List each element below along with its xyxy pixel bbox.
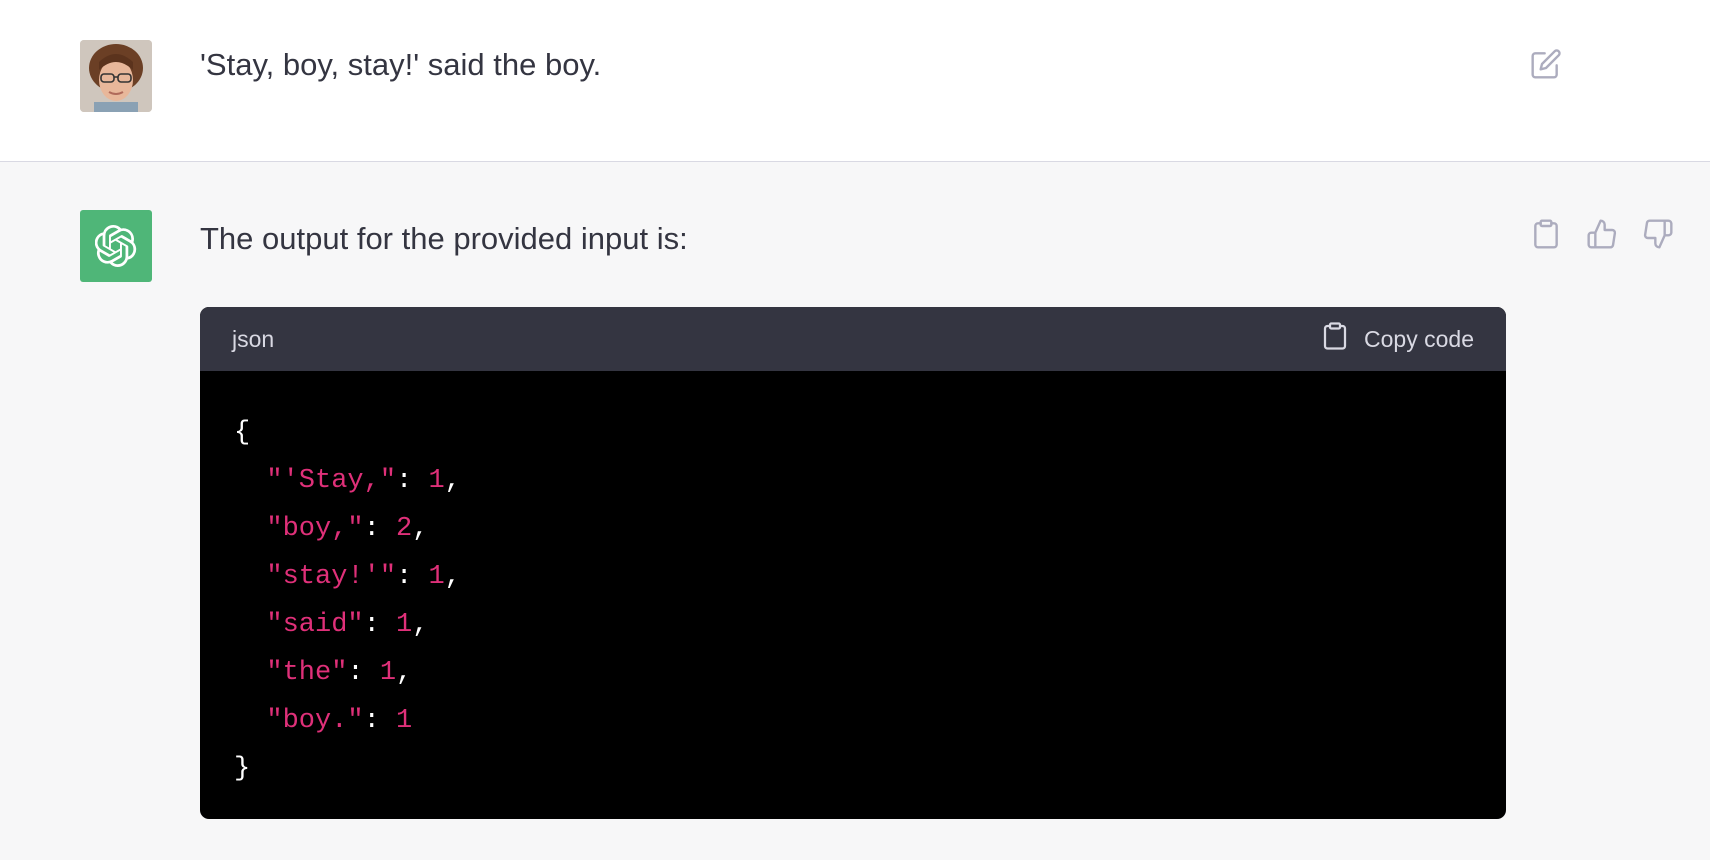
code-content: { "'Stay,": 1, "boy,": 2, "stay!'": 1, "… xyxy=(200,371,1506,819)
code-line: "boy,": 2, xyxy=(266,514,429,544)
code-line: "said": 1, xyxy=(266,610,429,640)
copy-code-label: Copy code xyxy=(1364,325,1474,352)
message-actions xyxy=(1530,218,1674,250)
user-avatar xyxy=(80,40,152,112)
thumbs-down-icon[interactable] xyxy=(1642,218,1674,250)
json-value: 1 xyxy=(379,658,397,688)
code-block-header: json Copy code xyxy=(200,307,1506,371)
code-line: "the": 1, xyxy=(266,658,413,688)
code-line: "stay!'": 1, xyxy=(266,562,461,592)
json-value: 1 xyxy=(428,466,445,496)
clipboard-icon[interactable] xyxy=(1530,218,1562,250)
clipboard-icon xyxy=(1322,321,1348,357)
json-key: "said" xyxy=(266,610,364,640)
code-close-brace: } xyxy=(234,754,251,784)
code-line: "boy.": 1 xyxy=(266,706,413,736)
code-line: "'Stay,": 1, xyxy=(266,466,461,496)
json-value: 1 xyxy=(396,610,413,640)
code-open-brace: { xyxy=(234,418,251,448)
edit-icon[interactable] xyxy=(1530,48,1562,80)
json-key: "'Stay," xyxy=(266,466,397,496)
json-value: 2 xyxy=(396,514,413,544)
thumbs-up-icon[interactable] xyxy=(1586,218,1618,250)
json-value: 1 xyxy=(428,562,445,592)
json-value: 1 xyxy=(396,706,413,736)
json-key: "boy." xyxy=(266,706,364,736)
json-key: "boy," xyxy=(266,514,364,544)
json-key: "stay!'" xyxy=(266,562,397,592)
assistant-message-row: The output for the provided input is: js… xyxy=(0,162,1710,860)
json-key: "the" xyxy=(266,658,348,688)
code-language-label: json xyxy=(232,325,275,352)
copy-code-button[interactable]: Copy code xyxy=(1322,321,1474,357)
openai-logo-icon xyxy=(80,210,152,282)
code-block: json Copy code { "'Stay,": 1, "boy,": 2,… xyxy=(200,307,1506,819)
user-message-text: 'Stay, boy, stay!' said the boy. xyxy=(200,47,602,82)
assistant-message-intro: The output for the provided input is: xyxy=(200,221,688,256)
user-message-row: 'Stay, boy, stay!' said the boy. xyxy=(0,0,1710,162)
